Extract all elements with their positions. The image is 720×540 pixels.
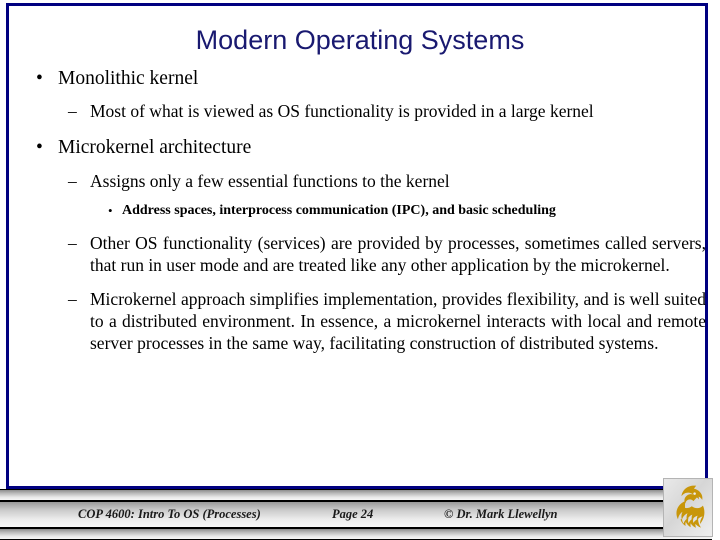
footer-page-number: Page 24 (332, 507, 374, 521)
bullet-text: Monolithic kernel (58, 68, 199, 89)
footer-band-top (0, 489, 720, 501)
footer-text-row: COP 4600: Intro To OS (Processes) Page 2… (0, 501, 660, 528)
slide-title: Modern Operating Systems (195, 25, 525, 55)
footer-copyright: © Dr. Mark Llewellyn (444, 507, 558, 521)
presentation-slide: Modern Operating Systems • Monolithic ke… (0, 0, 720, 540)
bullet-level2-other-os-functionality: – Other OS functionality (services) are … (14, 232, 706, 276)
footer-band-bottom (0, 528, 720, 540)
bullet-dot-icon: • (36, 137, 43, 158)
footer-course-label: COP 4600: Intro To OS (Processes) (78, 507, 261, 521)
bullet-dash-icon: – (68, 233, 77, 253)
bullet-level2-essential-functions: – Assigns only a few essential functions… (14, 170, 706, 192)
bullet-dot-icon: • (108, 203, 113, 218)
bullet-text: Microkernel approach simplifies implemen… (90, 289, 706, 353)
pegasus-icon (676, 485, 705, 528)
slide-footer: COP 4600: Intro To OS (Processes) Page 2… (0, 489, 720, 540)
bullet-text: Other OS functionality (services) are pr… (90, 233, 706, 275)
ucf-pegasus-logo (663, 478, 713, 537)
bullet-level1-microkernel-architecture: • Microkernel architecture (14, 135, 706, 160)
bullet-text: Microkernel architecture (58, 137, 252, 158)
footer-right-white-gap (712, 489, 720, 540)
bullet-text: Assigns only a few essential functions t… (90, 171, 450, 191)
bullet-level3-address-spaces-ipc: • Address spaces, interprocess communica… (14, 201, 706, 221)
bullet-dot-icon: • (36, 68, 43, 89)
slide-body-content: • Monolithic kernel – Most of what is vi… (14, 66, 706, 356)
bullet-text: Address spaces, interprocess communicati… (122, 203, 556, 218)
bullet-level2-microkernel-approach: – Microkernel approach simplifies implem… (14, 288, 706, 354)
bullet-dash-icon: – (68, 289, 77, 309)
bullet-level1-monolithic-kernel: • Monolithic kernel (14, 66, 706, 91)
bullet-dash-icon: – (68, 171, 77, 191)
bullet-text: Most of what is viewed as OS functionali… (90, 101, 594, 121)
bullet-dash-icon: – (68, 101, 77, 121)
bullet-level2-os-functionality-large-kernel: – Most of what is viewed as OS functiona… (14, 100, 706, 122)
